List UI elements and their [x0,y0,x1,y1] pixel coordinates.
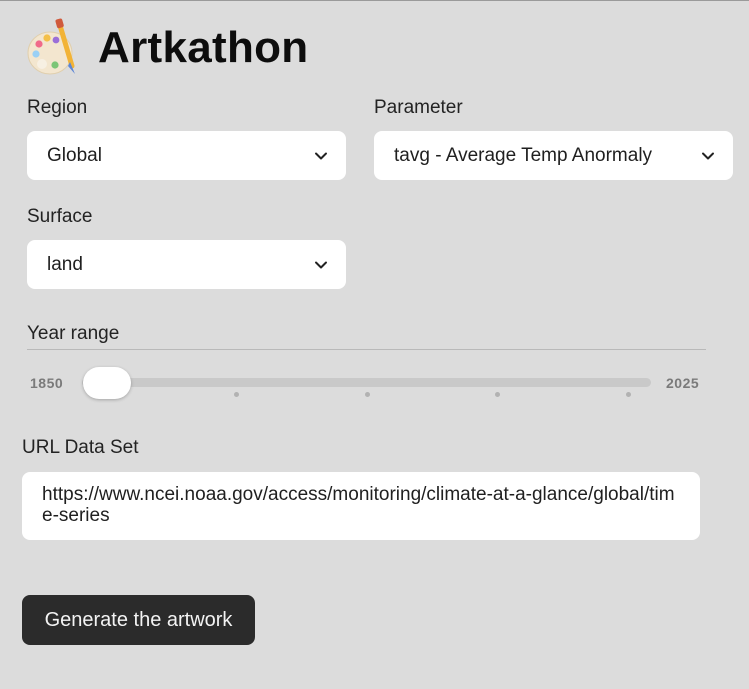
region-select-value: Global [47,144,102,166]
year-range-label: Year range [27,323,120,344]
artist-palette-icon [27,18,75,75]
year-range-track[interactable] [82,378,651,387]
parameter-select-value: tavg - Average Temp Anormaly [394,144,653,166]
year-range-min: 1850 [30,375,64,391]
parameter-select[interactable]: tavg - Average Temp Anormaly [374,131,733,180]
url-data-set-label: URL Data Set [22,437,139,458]
region-label: Region [27,97,88,118]
parameter-label: Parameter [374,97,463,118]
divider [27,349,706,350]
surface-label: Surface [27,206,93,227]
chevron-down-icon [315,152,327,159]
slider-tick [365,392,370,397]
slider-tick [626,392,631,397]
surface-select-value: land [47,253,83,275]
chevron-down-icon [315,261,327,268]
surface-select[interactable]: land [27,240,346,289]
app-title: Artkathon [98,23,309,72]
slider-tick [234,392,239,397]
logo [26,15,82,79]
slider-tick [495,392,500,397]
generate-artwork-button[interactable]: Generate the artwork [22,595,255,645]
year-range-slider-handle[interactable] [83,367,131,399]
url-data-set-input[interactable]: https://www.ncei.noaa.gov/access/monitor… [22,472,700,540]
region-select[interactable]: Global [27,131,346,180]
year-range-max: 2025 [666,375,700,391]
chevron-down-icon [702,152,714,159]
